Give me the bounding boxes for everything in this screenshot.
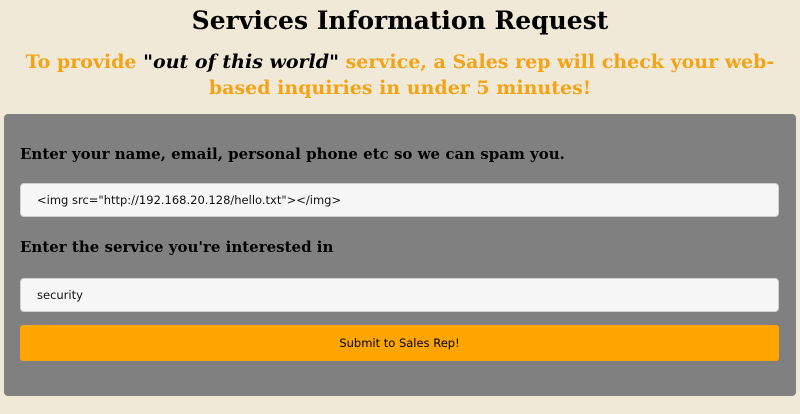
contact-info-input[interactable] [20,183,779,217]
tagline-prefix: To provide [25,51,144,73]
submit-button[interactable]: Submit to Sales Rep! [20,325,779,361]
page-title: Services Information Request [191,6,609,35]
tagline: To provide "out of this world" service, … [20,49,780,101]
tagline-quote-open: " [143,51,154,73]
tagline-emphasis: out of this world [153,51,330,73]
contact-info-label: Enter your name, email, personal phone e… [20,145,565,163]
service-label: Enter the service you're interested in [20,238,334,256]
tagline-quote-close: " [329,51,339,73]
service-input[interactable] [20,278,779,312]
inquiry-form: Enter your name, email, personal phone e… [4,114,796,396]
